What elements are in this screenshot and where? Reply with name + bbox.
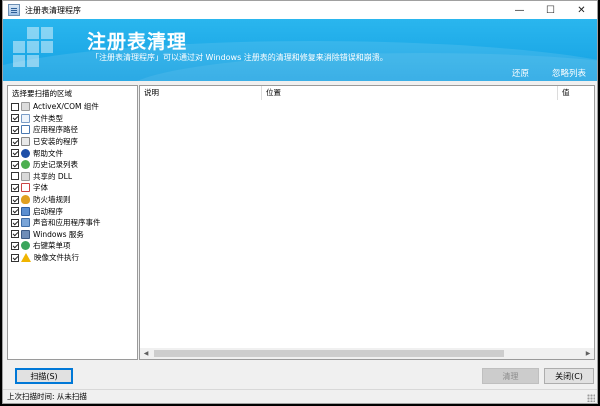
scan-area-label: 字体 <box>33 183 48 193</box>
maximize-button[interactable]: ☐ <box>535 1 566 19</box>
scan-area-label: 右键菜单项 <box>33 241 71 251</box>
font-icon <box>21 183 30 193</box>
scan-area-checkbox[interactable] <box>11 172 19 181</box>
scroll-right-icon[interactable]: ▶ <box>582 350 594 357</box>
scan-area-checkbox[interactable] <box>11 125 19 134</box>
sound-icon <box>21 218 30 228</box>
scan-area-item[interactable]: 声音和应用程序事件 <box>8 217 137 229</box>
window-title: 注册表清理程序 <box>25 5 81 15</box>
scan-area-checkbox[interactable] <box>11 137 19 146</box>
scan-area-checkbox[interactable] <box>11 207 19 216</box>
horizontal-scrollbar[interactable]: ◀ ▶ <box>140 348 594 359</box>
scan-area-label: 帮助文件 <box>33 148 63 158</box>
scan-button[interactable]: 扫描(S) <box>15 368 73 384</box>
scan-area-label: 应用程序路径 <box>33 125 78 135</box>
scan-area-item[interactable]: Windows 服务 <box>8 229 137 241</box>
scan-area-header: 选择要扫描的区域 <box>12 89 72 98</box>
startup-icon <box>21 206 30 216</box>
scan-area-label: 文件类型 <box>33 113 63 123</box>
scan-area-item[interactable]: 已安装的程序 <box>8 136 137 148</box>
scan-area-item[interactable]: 启动程序 <box>8 205 137 217</box>
scan-area-checkbox[interactable] <box>11 183 19 192</box>
scan-area-checkbox[interactable] <box>11 102 19 111</box>
scan-area-item[interactable]: 帮助文件 <box>8 147 137 159</box>
column-location[interactable]: 位置 <box>262 86 558 100</box>
firewall-icon <box>21 195 30 205</box>
banner-title: 注册表清理 <box>87 31 188 53</box>
scan-area-label: 映像文件执行 <box>34 253 79 263</box>
scan-area-checkbox[interactable] <box>11 160 19 169</box>
app-icon <box>8 4 20 16</box>
history-icon <box>21 160 30 170</box>
scan-area-list: 选择要扫描的区域 ActiveX/COM 组件 文件类型应用程序路径 已安装的程序帮… <box>7 85 138 360</box>
scan-area-checkbox[interactable] <box>11 241 19 250</box>
dll-icon <box>21 171 30 181</box>
column-value[interactable]: 值 <box>558 86 594 100</box>
scan-area-item[interactable]: 历史记录列表 <box>8 159 137 171</box>
scan-area-label: 已安装的程序 <box>33 137 78 147</box>
close-window-button[interactable]: ✕ <box>566 1 597 19</box>
services-icon <box>21 229 30 239</box>
warning-icon <box>21 253 31 263</box>
resize-grip[interactable] <box>587 394 595 402</box>
activex-icon <box>21 102 30 112</box>
scan-area-checkbox[interactable] <box>11 114 19 123</box>
file-type-icon <box>21 113 30 123</box>
title-bar: 注册表清理程序 — ☐ ✕ <box>3 1 597 19</box>
context-menu-icon <box>21 241 30 251</box>
app-path-icon <box>21 125 30 135</box>
scan-area-label: 启动程序 <box>33 206 63 216</box>
scan-area-checkbox[interactable] <box>11 218 19 227</box>
scan-area-item[interactable]: 文件类型 <box>8 113 137 125</box>
column-description[interactable]: 说明 <box>140 86 262 100</box>
results-table: 说明 位置 值 ◀ ▶ <box>139 85 595 360</box>
scan-area-item[interactable]: 字体 <box>8 182 137 194</box>
scan-area-item[interactable]: ActiveX/COM 组件 <box>8 101 137 113</box>
scroll-left-icon[interactable]: ◀ <box>140 350 152 357</box>
scan-area-item[interactable]: 右键菜单项 <box>8 240 137 252</box>
scan-area-label: 历史记录列表 <box>33 160 78 170</box>
scan-area-label: 声音和应用程序事件 <box>33 218 101 228</box>
banner-description: 「注册表清理程序」可以通过对 Windows 注册表的清理和修复来消除错误和崩溃… <box>91 53 388 62</box>
close-button[interactable]: 关闭(C) <box>544 368 594 384</box>
installed-programs-icon <box>21 137 30 147</box>
help-icon <box>21 148 30 158</box>
restore-link[interactable]: 还原 <box>512 67 529 79</box>
scan-area-checkbox[interactable] <box>11 195 19 204</box>
minimize-button[interactable]: — <box>504 1 535 19</box>
scan-area-checkbox[interactable] <box>11 230 19 239</box>
scan-area-item[interactable]: 映像文件执行 <box>8 252 137 264</box>
scroll-thumb[interactable] <box>154 350 504 357</box>
clean-button[interactable]: 清理 <box>482 368 539 384</box>
scan-area-item[interactable]: 应用程序路径 <box>8 124 137 136</box>
scan-area-label: Windows 服务 <box>33 229 84 239</box>
scan-area-checkbox[interactable] <box>11 253 19 262</box>
app-window: 注册表清理程序 — ☐ ✕ 注册表清理 「注册表清理程序」可以通过对 Windo… <box>2 0 598 404</box>
scan-area-label: 防火墙规则 <box>33 195 71 205</box>
header-banner: 注册表清理 「注册表清理程序」可以通过对 Windows 注册表的清理和修复来消… <box>3 19 597 81</box>
scan-area-checkbox[interactable] <box>11 149 19 158</box>
status-text: 上次扫描时间: 从未扫描 <box>7 392 87 401</box>
scan-area-item[interactable]: 防火墙规则 <box>8 194 137 206</box>
registry-logo-icon <box>13 25 65 75</box>
ignore-list-link[interactable]: 忽略列表 <box>552 67 586 79</box>
scan-area-label: ActiveX/COM 组件 <box>33 102 99 112</box>
scan-area-item[interactable]: 共享的 DLL <box>8 171 137 183</box>
scan-area-label: 共享的 DLL <box>33 171 73 181</box>
status-bar: 上次扫描时间: 从未扫描 <box>3 389 597 403</box>
